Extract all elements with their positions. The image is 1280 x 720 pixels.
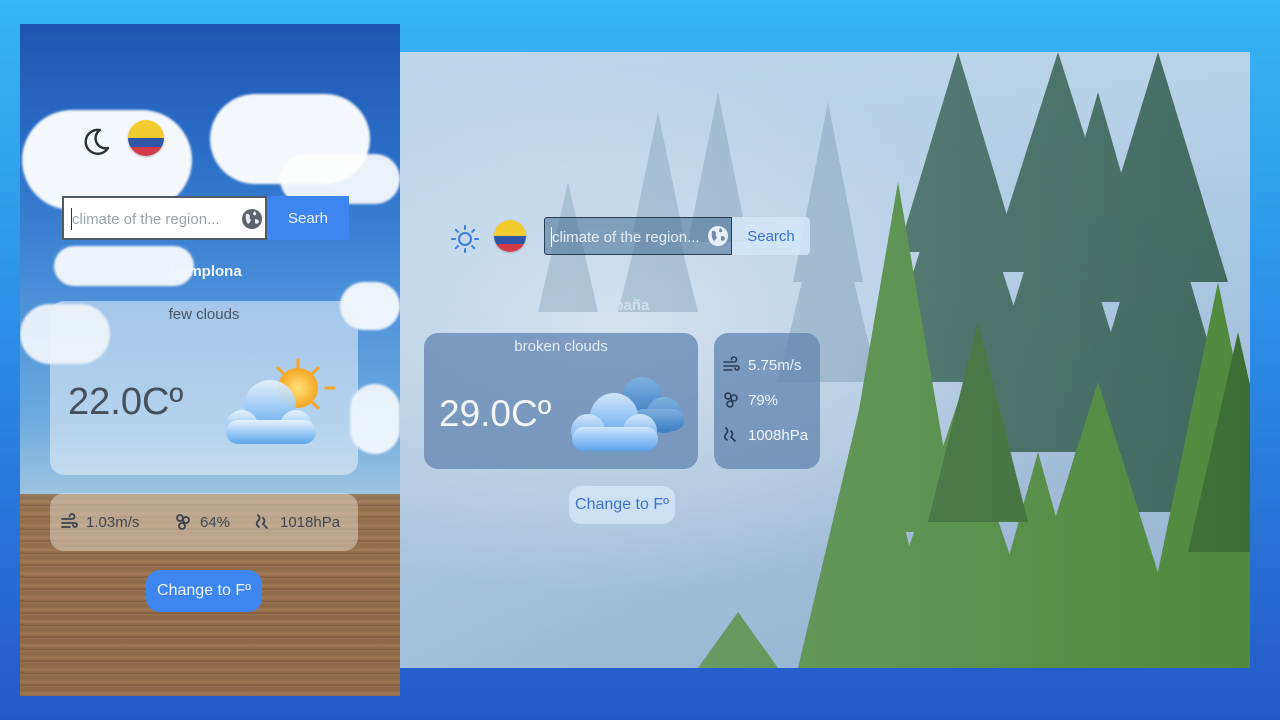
wind-stat: 1.03m/s [60,513,139,531]
location-name: España [596,297,650,314]
search-placeholder: climate of the region... [552,229,700,246]
weather-description: broken clouds [514,338,608,355]
humidity-value: 79% [748,391,779,409]
search-placeholder: climate of the region... [72,211,220,228]
pressure-stat: 1008hPa [722,425,808,445]
location-name: Pamplona [170,263,242,280]
pressure-value: 1018hPa [280,513,341,531]
humidity-value: 64% [200,513,231,531]
pressure-icon [255,514,268,529]
wind-stat: 5.75m/s [722,355,801,375]
wind-value: 5.75m/s [748,356,802,374]
sun-icon[interactable] [450,224,480,254]
wind-icon [61,513,78,528]
humidity-stat: 64% [174,513,230,531]
search-button[interactable]: Search [732,217,810,255]
weather-stats-panel: 5.75m/s 79% 1008hPa [714,333,820,469]
globe-icon [242,209,262,229]
search-input[interactable]: climate of the region... [544,217,732,255]
humidity-icon [176,514,190,530]
globe-icon [708,226,728,246]
pressure-value: 1008hPa [748,426,809,444]
temperature: 22.0Cº [68,381,184,423]
temperature: 29.0Cº [439,393,552,434]
wind-icon [723,356,740,371]
sun-behind-cloud-icon [226,358,336,444]
wind-value: 1.03m/s [86,513,140,531]
pressure-icon [723,427,736,442]
search-input[interactable]: climate of the region... [62,196,267,240]
humidity-icon [724,392,738,408]
colombia-flag-icon[interactable] [494,220,526,252]
search-button[interactable]: Searh [267,196,349,240]
change-unit-button[interactable]: Change to Fº [569,486,675,524]
weather-card: broken clouds 29.0Cº [424,333,698,469]
moon-icon[interactable] [80,124,114,158]
colombia-flag-icon[interactable] [128,120,164,156]
humidity-stat: 79% [722,390,778,410]
weather-stats-panel: 1.03m/s 64% 1018hPa [50,493,358,551]
pressure-stat: 1018hPa [254,513,340,531]
weather-description: few clouds [168,306,240,323]
weather-card: few clouds 22.0Cº [50,301,358,475]
broken-clouds-icon [571,377,684,451]
desktop-preview: climate of the region... Search España b… [398,52,1250,668]
change-unit-button[interactable]: Change to Fº [146,570,262,612]
mobile-preview: climate of the region... Searh Pamplona … [20,24,400,696]
